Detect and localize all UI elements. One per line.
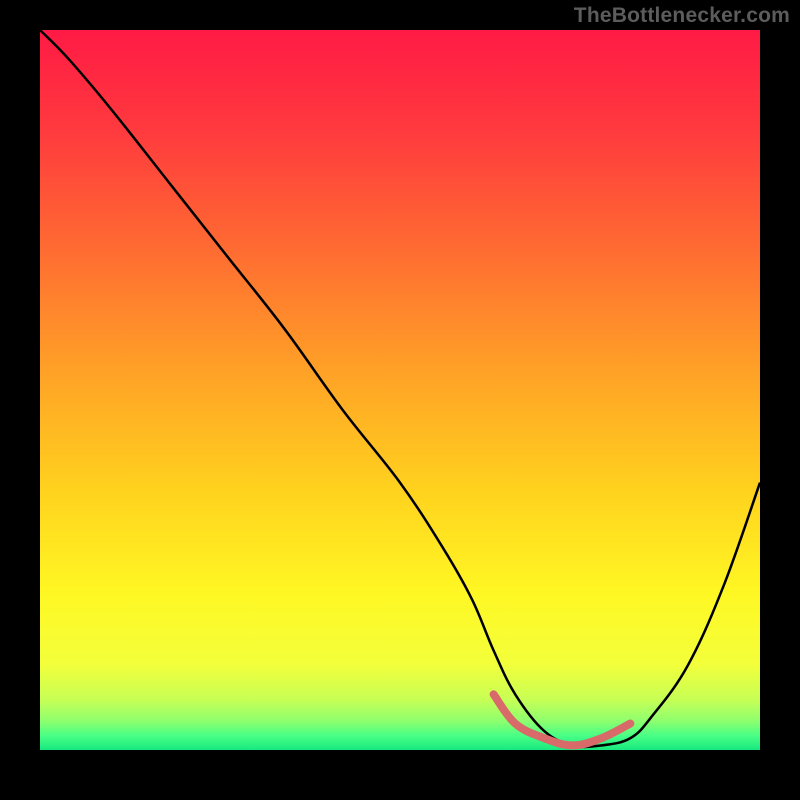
plot-area bbox=[40, 30, 760, 760]
highlight-band bbox=[494, 694, 631, 745]
chart-frame: TheBottlenecker.com bbox=[0, 0, 800, 800]
chart-svg bbox=[40, 30, 760, 760]
bottleneck-curve bbox=[40, 30, 760, 747]
watermark-text: TheBottlenecker.com bbox=[574, 4, 790, 28]
